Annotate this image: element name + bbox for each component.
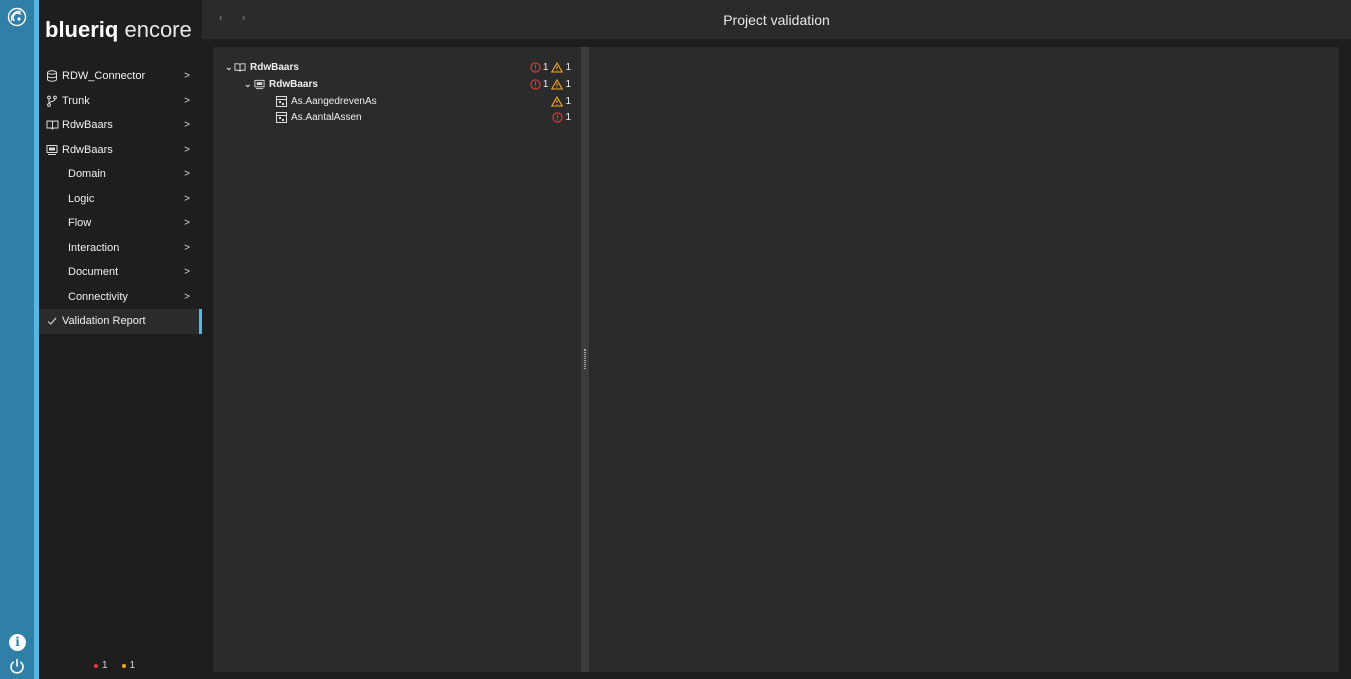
brand-name-light: encore — [124, 17, 192, 42]
error-circle-icon — [530, 78, 541, 90]
chevron-right-icon: > — [184, 291, 190, 303]
chevron-right-icon: > — [184, 95, 190, 107]
chevron-right-icon: > — [184, 193, 190, 205]
sidebar-item-label: Document — [68, 266, 119, 279]
error-circle-icon — [552, 111, 564, 123]
error-count: 1 — [102, 660, 108, 671]
warning-triangle-icon — [551, 95, 564, 107]
tree-node-badges: 1 — [552, 110, 571, 124]
chevron-right-icon: > — [184, 119, 190, 131]
error-count: 1 — [542, 61, 549, 73]
sidebar-item-label: Logic — [68, 192, 95, 205]
book-icon — [234, 61, 246, 73]
drag-handle-icon[interactable] — [584, 349, 586, 369]
sidebar-item-flow[interactable]: Flow > — [39, 211, 202, 236]
branch-icon — [45, 94, 59, 108]
info-icon[interactable]: i — [9, 634, 26, 651]
chevron-down-icon[interactable]: ⌄ — [225, 62, 234, 73]
sidebar: blueriq encore RDW_Connector > Trunk > R… — [39, 0, 202, 679]
brand-name-bold: blueriq — [45, 17, 119, 42]
database-icon — [45, 69, 59, 83]
app-rail: i — [0, 0, 34, 679]
page-title: Project validation — [723, 12, 830, 28]
sidebar-item-label: Validation Report — [62, 315, 146, 328]
sidebar-item-document[interactable]: Document > — [39, 260, 202, 285]
sidebar-item-interaction[interactable]: Interaction > — [39, 236, 202, 261]
chevron-right-icon: > — [184, 242, 190, 254]
validation-status-summary[interactable]: 1 1 — [94, 660, 135, 671]
sidebar-item-validation-report[interactable]: Validation Report — [39, 309, 202, 334]
sidebar-nav: RDW_Connector > Trunk > RdwBaars > RdwBa… — [39, 64, 202, 334]
sidebar-item-rdwbaars-module[interactable]: RdwBaars > — [39, 138, 202, 163]
sidebar-item-rdw-connector[interactable]: RDW_Connector > — [39, 64, 202, 89]
header-bar: ‹ › Project validation — [202, 0, 1351, 39]
error-count: 1 — [542, 78, 549, 90]
tree-node-label: As.AangedrevenAs — [291, 95, 377, 107]
sidebar-item-label: Connectivity — [68, 290, 128, 303]
error-badge: 1 — [530, 61, 549, 73]
error-dot-icon — [94, 663, 98, 668]
tree-node-label: RdwBaars — [269, 78, 318, 90]
module-icon — [253, 78, 265, 90]
sidebar-item-connectivity[interactable]: Connectivity > — [39, 285, 202, 310]
sidebar-item-label: Flow — [68, 217, 92, 230]
tree-node-label: As.AantalAssen — [291, 111, 362, 123]
chevron-right-icon: > — [184, 217, 190, 229]
error-badge: 1 — [530, 78, 549, 90]
sidebar-item-rdwbaars-project[interactable]: RdwBaars > — [39, 113, 202, 138]
tree-node-badges: 1 1 — [530, 77, 571, 91]
tree-node-module[interactable]: ⌄ RdwBaars — [244, 77, 318, 91]
tree-node-item[interactable]: As.AantalAssen — [275, 110, 362, 124]
sidebar-item-label: RdwBaars — [62, 119, 113, 132]
warning-badge: 1 — [551, 61, 571, 73]
sidebar-item-domain[interactable]: Domain > — [39, 162, 202, 187]
warning-dot-icon — [121, 663, 126, 668]
detail-pane — [589, 47, 1339, 672]
error-circle-icon — [530, 61, 541, 73]
tree-node-label: RdwBaars — [250, 61, 299, 73]
warning-triangle-icon — [551, 61, 564, 73]
sidebar-item-label: Domain — [68, 168, 106, 181]
error-badge: 1 — [552, 112, 571, 123]
warning-count: 1 — [565, 61, 571, 73]
validation-tree-pane: ⌄ RdwBaars 1 1 ⌄ RdwBaars 1 1 As.Aangedr… — [213, 47, 581, 672]
tree-node-project[interactable]: ⌄ RdwBaars — [225, 60, 299, 74]
chevron-right-icon: > — [184, 168, 190, 180]
warning-badge: 1 — [551, 95, 571, 107]
sidebar-item-label: Trunk — [62, 94, 90, 107]
chevron-right-icon: > — [184, 266, 190, 278]
brand-logo: blueriq encore — [45, 17, 192, 43]
sidebar-item-label: RDW_Connector — [62, 70, 146, 83]
chevron-right-icon: > — [184, 144, 190, 156]
tree-node-badges: 1 1 — [530, 60, 571, 74]
sidebar-item-trunk[interactable]: Trunk > — [39, 89, 202, 114]
warning-count: 1 — [565, 95, 571, 107]
warning-count: 1 — [565, 78, 571, 90]
warning-triangle-icon — [551, 78, 564, 90]
pane-splitter[interactable] — [581, 47, 589, 672]
table-icon — [275, 95, 287, 107]
chevron-right-icon: > — [184, 70, 190, 82]
tree-node-item[interactable]: As.AangedrevenAs — [275, 94, 377, 108]
power-icon[interactable] — [8, 657, 26, 675]
blueriq-logo-icon[interactable] — [7, 7, 27, 27]
app-window: i blueriq encore RDW_Connector > Trunk >… — [0, 0, 1351, 679]
warning-count: 1 — [129, 660, 136, 671]
sidebar-item-label: Interaction — [68, 241, 120, 254]
module-icon — [45, 143, 59, 157]
table-icon — [275, 111, 287, 123]
error-count: 1 — [565, 111, 571, 123]
warning-badge: 1 — [551, 78, 571, 90]
chevron-down-icon[interactable]: ⌄ — [244, 79, 253, 90]
sidebar-item-label: RdwBaars — [62, 143, 113, 156]
tree-node-badges: 1 — [551, 94, 571, 108]
sidebar-item-logic[interactable]: Logic > — [39, 187, 202, 212]
check-icon — [45, 314, 59, 328]
book-icon — [45, 118, 59, 132]
